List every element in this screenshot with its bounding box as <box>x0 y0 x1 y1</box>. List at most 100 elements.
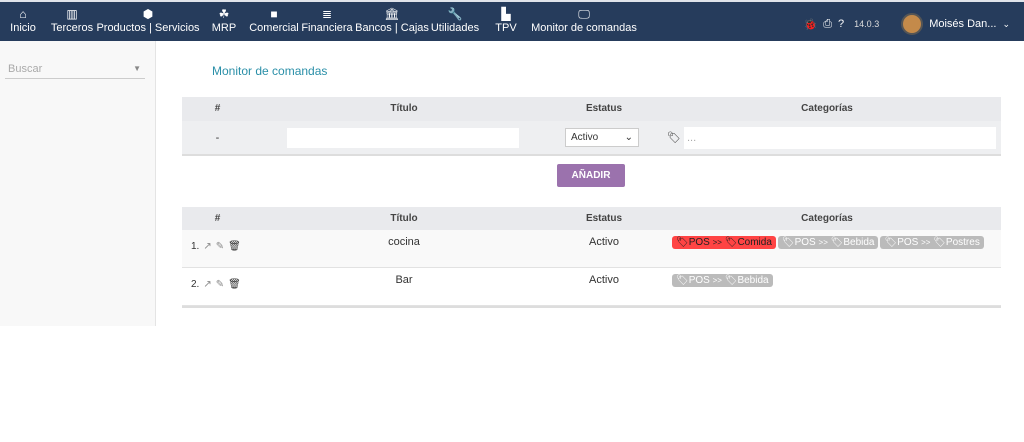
tag-child: Bebida <box>737 275 769 286</box>
category-tag[interactable]: 🏷POS >> 🏷Bebida <box>777 236 879 249</box>
col-title: Título <box>390 213 418 224</box>
edit-icon[interactable]: ✎ <box>216 279 224 290</box>
trash-icon[interactable]: 🗑 <box>228 241 241 252</box>
row-number: 2. <box>191 279 200 290</box>
add-form-table: # Título Estatus Categorías - Activo ⌄ 🏷.… <box>182 97 1001 156</box>
row-status: Activo <box>589 236 619 248</box>
col-num: # <box>214 213 221 224</box>
page-title: Monitor de comandas <box>212 64 328 78</box>
caret-down-icon: ▼ <box>133 64 141 73</box>
row-categories: 🏷POS >> 🏷Bebida <box>653 268 1001 305</box>
category-tag[interactable]: 🏷POS >> 🏷Comida <box>672 236 776 249</box>
edit-icon[interactable]: ✎ <box>216 241 224 252</box>
tag-separator: >> <box>712 238 722 247</box>
col-status: Estatus <box>585 213 623 224</box>
nav-label: Comercial <box>249 22 299 34</box>
building-icon: ▥ <box>66 7 78 21</box>
nav-item-comercial[interactable]: ■ Comercial <box>249 6 299 34</box>
cash-register-icon: ▙ <box>501 7 511 21</box>
chevron-down-icon: ⌄ <box>624 132 633 143</box>
tag-child: Comida <box>737 237 772 248</box>
topbar-right: 🐞 ⎙ ? 14.0.3 Moisés Dan... ⌄ <box>804 12 1024 36</box>
row-categories: 🏷POS >> 🏷Comida 🏷POS >> 🏷Bebida 🏷POS >> 🏷P… <box>653 230 1001 267</box>
search-input[interactable]: Buscar ▼ <box>5 61 145 79</box>
help-icon[interactable]: ? <box>838 18 844 30</box>
col-num: # <box>214 103 221 114</box>
tag-parent: POS <box>688 275 710 286</box>
nav-item-monitor-de-comandas[interactable]: 🖵 Monitor de comandas <box>531 6 637 34</box>
nav-item-tpv[interactable]: ▙ TPV <box>495 6 516 34</box>
tag-icon: 🏷 <box>724 237 738 248</box>
status-select[interactable]: Activo ⌄ <box>565 128 639 147</box>
categories-input[interactable]: ... <box>683 126 996 149</box>
tag-separator: >> <box>712 276 722 285</box>
nav-item-terceros[interactable]: ▥ Terceros <box>51 6 93 34</box>
add-row: - Activo ⌄ 🏷... <box>182 121 1001 156</box>
trash-icon[interactable]: 🗑 <box>228 279 241 290</box>
sidebar: Buscar ▼ <box>0 41 156 326</box>
tag-icon: 🏷 <box>933 237 946 248</box>
category-tag[interactable]: 🏷POS >> 🏷Postres <box>880 236 984 249</box>
tag-separator: >> <box>818 238 828 247</box>
cubes-icon: ☘ <box>218 7 230 21</box>
cube-icon: ⬢ <box>142 7 154 21</box>
table-header: # Título Estatus Categorías <box>182 207 1001 230</box>
wrench-icon: 🔧 <box>447 7 463 21</box>
nav-item-bancos-cajas[interactable]: 🏛 Bancos | Cajas <box>355 6 429 34</box>
nav-label: Utilidades <box>430 22 480 34</box>
nav-label: Inicio <box>10 22 36 34</box>
row-status: Activo <box>589 274 619 286</box>
monitor-icon: 🖵 <box>578 7 590 21</box>
row-title: Bar <box>395 274 413 286</box>
print-icon[interactable]: ⎙ <box>823 18 832 31</box>
nav-item-productos-servicios[interactable]: ⬢ Productos | Servicios <box>96 6 199 34</box>
briefcase-icon: ■ <box>270 7 278 21</box>
tag-icon: 🏷 <box>667 132 681 144</box>
nav-label: TPV <box>495 22 517 34</box>
col-status: Estatus <box>585 103 623 114</box>
nav-label: Terceros <box>50 22 94 34</box>
col-categories: Categorías <box>801 213 853 224</box>
nav-label: Bancos | Cajas <box>355 22 429 34</box>
nav-label: Productos | Servicios <box>96 22 200 34</box>
nav-item-inicio[interactable]: ⌂ Inicio <box>10 6 36 34</box>
table-row: 2. ↗ ✎ 🗑 Bar Activo 🏷POS >> 🏷Bebida <box>182 268 1001 306</box>
add-button[interactable]: AÑADIR <box>557 164 625 187</box>
tag-icon: 🏷 <box>724 275 738 286</box>
home-icon: ⌂ <box>19 7 27 21</box>
nav-label: MRP <box>211 22 237 34</box>
coins-icon: ≣ <box>321 7 333 21</box>
row-number: 1. <box>191 241 200 252</box>
search-placeholder: Buscar <box>8 63 43 75</box>
open-external-icon[interactable]: ↗ <box>203 279 211 290</box>
top-navbar: 🐞 ⎙ ? 14.0.3 Moisés Dan... ⌄ ⌂ Inicio ▥ Ter… <box>0 0 1024 41</box>
category-tag[interactable]: 🏷POS >> 🏷Bebida <box>672 274 773 287</box>
tag-parent: POS <box>688 237 710 248</box>
tag-icon: 🏷 <box>830 237 844 248</box>
avatar[interactable] <box>901 13 924 35</box>
open-external-icon[interactable]: ↗ <box>203 241 211 252</box>
nav-item-utilidades[interactable]: 🔧 Utilidades <box>431 6 479 34</box>
nav-item-mrp[interactable]: ☘ MRP <box>212 6 236 34</box>
nav-label: Monitor de comandas <box>531 22 637 34</box>
col-title: Título <box>390 103 418 114</box>
tag-child: Postres <box>945 237 980 248</box>
num-placeholder: - <box>215 131 220 144</box>
nav-label: Financiera <box>301 22 353 34</box>
table-row: 1. ↗ ✎ 🗑 cocina Activo 🏷POS >> 🏷Comida 🏷POS … <box>182 230 1001 268</box>
chevron-down-icon[interactable]: ⌄ <box>1002 19 1010 30</box>
col-categories: Categorías <box>801 103 853 114</box>
commands-table: # Título Estatus Categorías 1. ↗ ✎ 🗑 cocina… <box>182 207 1001 308</box>
tag-icon: 🏷 <box>676 237 689 248</box>
bank-icon: 🏛 <box>384 7 400 21</box>
user-name[interactable]: Moisés Dan... <box>929 18 996 30</box>
tag-separator: >> <box>921 238 931 247</box>
tag-icon: 🏷 <box>676 275 689 286</box>
bug-icon[interactable]: 🐞 <box>804 18 818 31</box>
tag-icon: 🏷 <box>884 237 898 248</box>
nav-item-financiera[interactable]: ≣ Financiera <box>301 6 352 34</box>
title-input[interactable] <box>287 127 519 148</box>
table-header: # Título Estatus Categorías <box>182 97 1001 121</box>
tag-icon: 🏷 <box>781 237 795 248</box>
tag-parent: POS <box>794 237 816 248</box>
